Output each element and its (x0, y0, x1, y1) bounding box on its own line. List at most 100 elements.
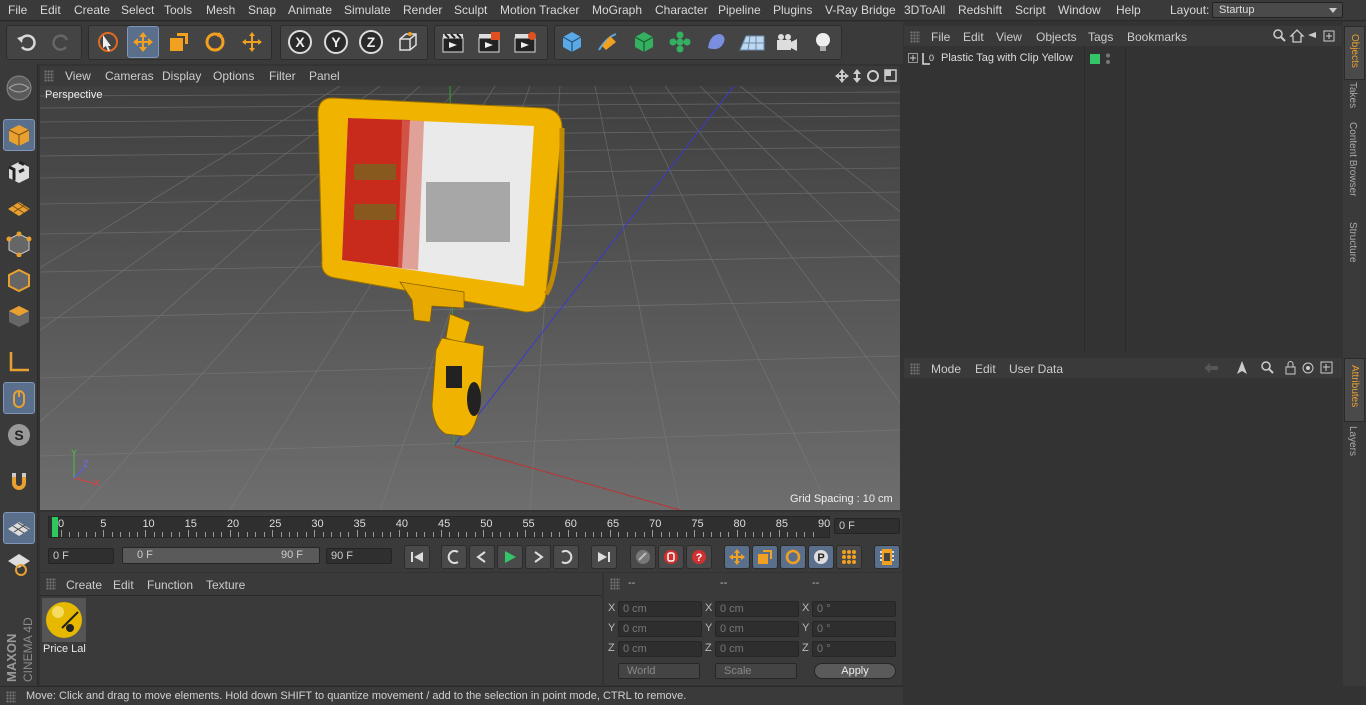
attribute-nav-tools[interactable] (1200, 360, 1340, 376)
model-mode-icon[interactable] (3, 119, 35, 151)
size-z-field[interactable]: 0 cm (715, 641, 799, 657)
menu-tools[interactable]: Tools (164, 3, 192, 17)
object-manager-tools[interactable] (1272, 28, 1338, 44)
axis-mode-icon[interactable] (3, 346, 35, 378)
render-view-icon[interactable] (437, 26, 469, 58)
panel-grip[interactable] (6, 691, 16, 703)
key-rotation-icon[interactable] (780, 545, 806, 569)
menu-animate[interactable]: Animate (288, 3, 332, 17)
object-menu-edit[interactable]: Edit (963, 30, 984, 44)
tab-objects[interactable]: Objects (1344, 26, 1365, 80)
menu-mograph[interactable]: MoGraph (592, 3, 642, 17)
apply-button[interactable]: Apply (814, 663, 896, 679)
attribute-menu-mode[interactable]: Mode (931, 362, 961, 376)
tab-content-browser[interactable]: Content Browser (1347, 122, 1358, 196)
key-position-icon[interactable] (724, 545, 750, 569)
rotation-x-field[interactable]: 0 ° (812, 601, 896, 617)
rotation-y-field[interactable]: 0 ° (812, 621, 896, 637)
panel-grip[interactable] (610, 578, 620, 590)
next-key-icon[interactable] (553, 545, 579, 569)
menu-plugins[interactable]: Plugins (773, 3, 812, 17)
render-visibility-dots[interactable] (1105, 53, 1111, 65)
menu-mesh[interactable]: Mesh (206, 3, 235, 17)
tab-takes[interactable]: Takes (1347, 82, 1358, 108)
next-frame-icon[interactable] (525, 545, 551, 569)
key-pla-icon[interactable] (836, 545, 862, 569)
deformer-icon[interactable] (700, 26, 732, 58)
floor-environment-icon[interactable] (736, 26, 768, 58)
scale-mode-select[interactable]: Scale (715, 663, 797, 679)
expand-icon[interactable] (908, 53, 918, 63)
menu-script[interactable]: Script (1015, 3, 1046, 17)
frame-range-slider[interactable]: 0 F 90 F (122, 547, 320, 564)
object-menu-tags[interactable]: Tags (1088, 30, 1113, 44)
menu-motion-tracker[interactable]: Motion Tracker (500, 3, 579, 17)
menu-file[interactable]: File (8, 3, 27, 17)
menu-redshift[interactable]: Redshift (958, 3, 1002, 17)
menu-create[interactable]: Create (74, 3, 110, 17)
menu-sculpt[interactable]: Sculpt (454, 3, 487, 17)
cube-icon[interactable] (556, 26, 588, 58)
menu-vray-bridge[interactable]: V-Ray Bridge (825, 3, 896, 17)
menu-3dtoall[interactable]: 3DToAll (904, 3, 945, 17)
solo-mode-icon[interactable]: S (3, 419, 35, 451)
object-menu-bookmarks[interactable]: Bookmarks (1127, 30, 1187, 44)
tab-layers[interactable]: Layers (1347, 426, 1358, 456)
redo-icon[interactable] (46, 26, 78, 58)
menu-select[interactable]: Select (121, 3, 154, 17)
rotate-tool-icon[interactable] (199, 26, 231, 58)
size-y-field[interactable]: 0 cm (715, 621, 799, 637)
menu-snap[interactable]: Snap (248, 3, 276, 17)
coordinate-mode-select[interactable]: World (618, 663, 700, 679)
render-picture-viewer-icon[interactable] (473, 26, 505, 58)
scale-tool-icon[interactable] (163, 26, 195, 58)
panel-grip[interactable] (46, 578, 56, 590)
position-x-field[interactable]: 0 cm (618, 601, 702, 617)
previous-key-icon[interactable] (441, 545, 467, 569)
timeline-window-icon[interactable] (874, 545, 900, 569)
object-menu-view[interactable]: View (996, 30, 1022, 44)
camera-icon[interactable] (771, 26, 803, 58)
object-name[interactable]: Plastic Tag with Clip Yellow (941, 52, 1073, 64)
go-to-end-icon[interactable] (591, 545, 617, 569)
start-frame-field[interactable]: 0 F (48, 548, 114, 564)
autokeying-icon[interactable] (658, 545, 684, 569)
attribute-menu-user-data[interactable]: User Data (1009, 362, 1063, 376)
polygons-mode-icon[interactable] (3, 300, 35, 332)
transform-tool-icon[interactable] (236, 26, 268, 58)
menu-help[interactable]: Help (1116, 3, 1141, 17)
menu-pipeline[interactable]: Pipeline (718, 3, 761, 17)
tab-attributes[interactable]: Attributes (1344, 358, 1365, 422)
visibility-toggle[interactable] (1090, 54, 1100, 64)
viewport-navigation-icons[interactable] (834, 68, 898, 84)
viewport-menu-cameras[interactable]: Cameras (105, 69, 154, 83)
material-swatch[interactable]: Price Lal (42, 598, 86, 656)
material-menu-function[interactable]: Function (147, 578, 193, 592)
current-frame-field[interactable]: 0 F (834, 518, 900, 534)
viewport-menu-filter[interactable]: Filter (269, 69, 296, 83)
viewport-menu-panel[interactable]: Panel (309, 69, 340, 83)
tweak-mode-icon[interactable] (3, 382, 35, 414)
x-axis-icon[interactable]: X (284, 26, 316, 58)
rotation-z-field[interactable]: 0 ° (812, 641, 896, 657)
panel-grip[interactable] (910, 363, 920, 375)
timeline-ruler[interactable]: 0 5 10 15 20 25 30 35 40 45 50 55 60 65 70 75 80 85 90 0 F (40, 512, 902, 542)
live-selection-icon[interactable] (92, 26, 124, 58)
position-z-field[interactable]: 0 cm (618, 641, 702, 657)
snap-magnet-icon[interactable] (3, 466, 35, 498)
material-menu-create[interactable]: Create (66, 578, 102, 592)
light-icon[interactable] (807, 26, 839, 58)
viewport-menu-view[interactable]: View (65, 69, 91, 83)
material-menu-edit[interactable]: Edit (113, 578, 134, 592)
record-keys-icon[interactable] (630, 545, 656, 569)
workplane-icon[interactable] (3, 192, 35, 224)
play-icon[interactable] (497, 545, 523, 569)
menu-simulate[interactable]: Simulate (344, 3, 391, 17)
tab-structure[interactable]: Structure (1347, 222, 1358, 263)
end-frame-field[interactable]: 90 F (326, 548, 392, 564)
undo-icon[interactable] (10, 26, 42, 58)
object-menu-objects[interactable]: Objects (1036, 30, 1077, 44)
menu-character[interactable]: Character (655, 3, 708, 17)
go-to-start-icon[interactable] (404, 545, 430, 569)
workplane-lock-icon[interactable] (3, 512, 35, 544)
